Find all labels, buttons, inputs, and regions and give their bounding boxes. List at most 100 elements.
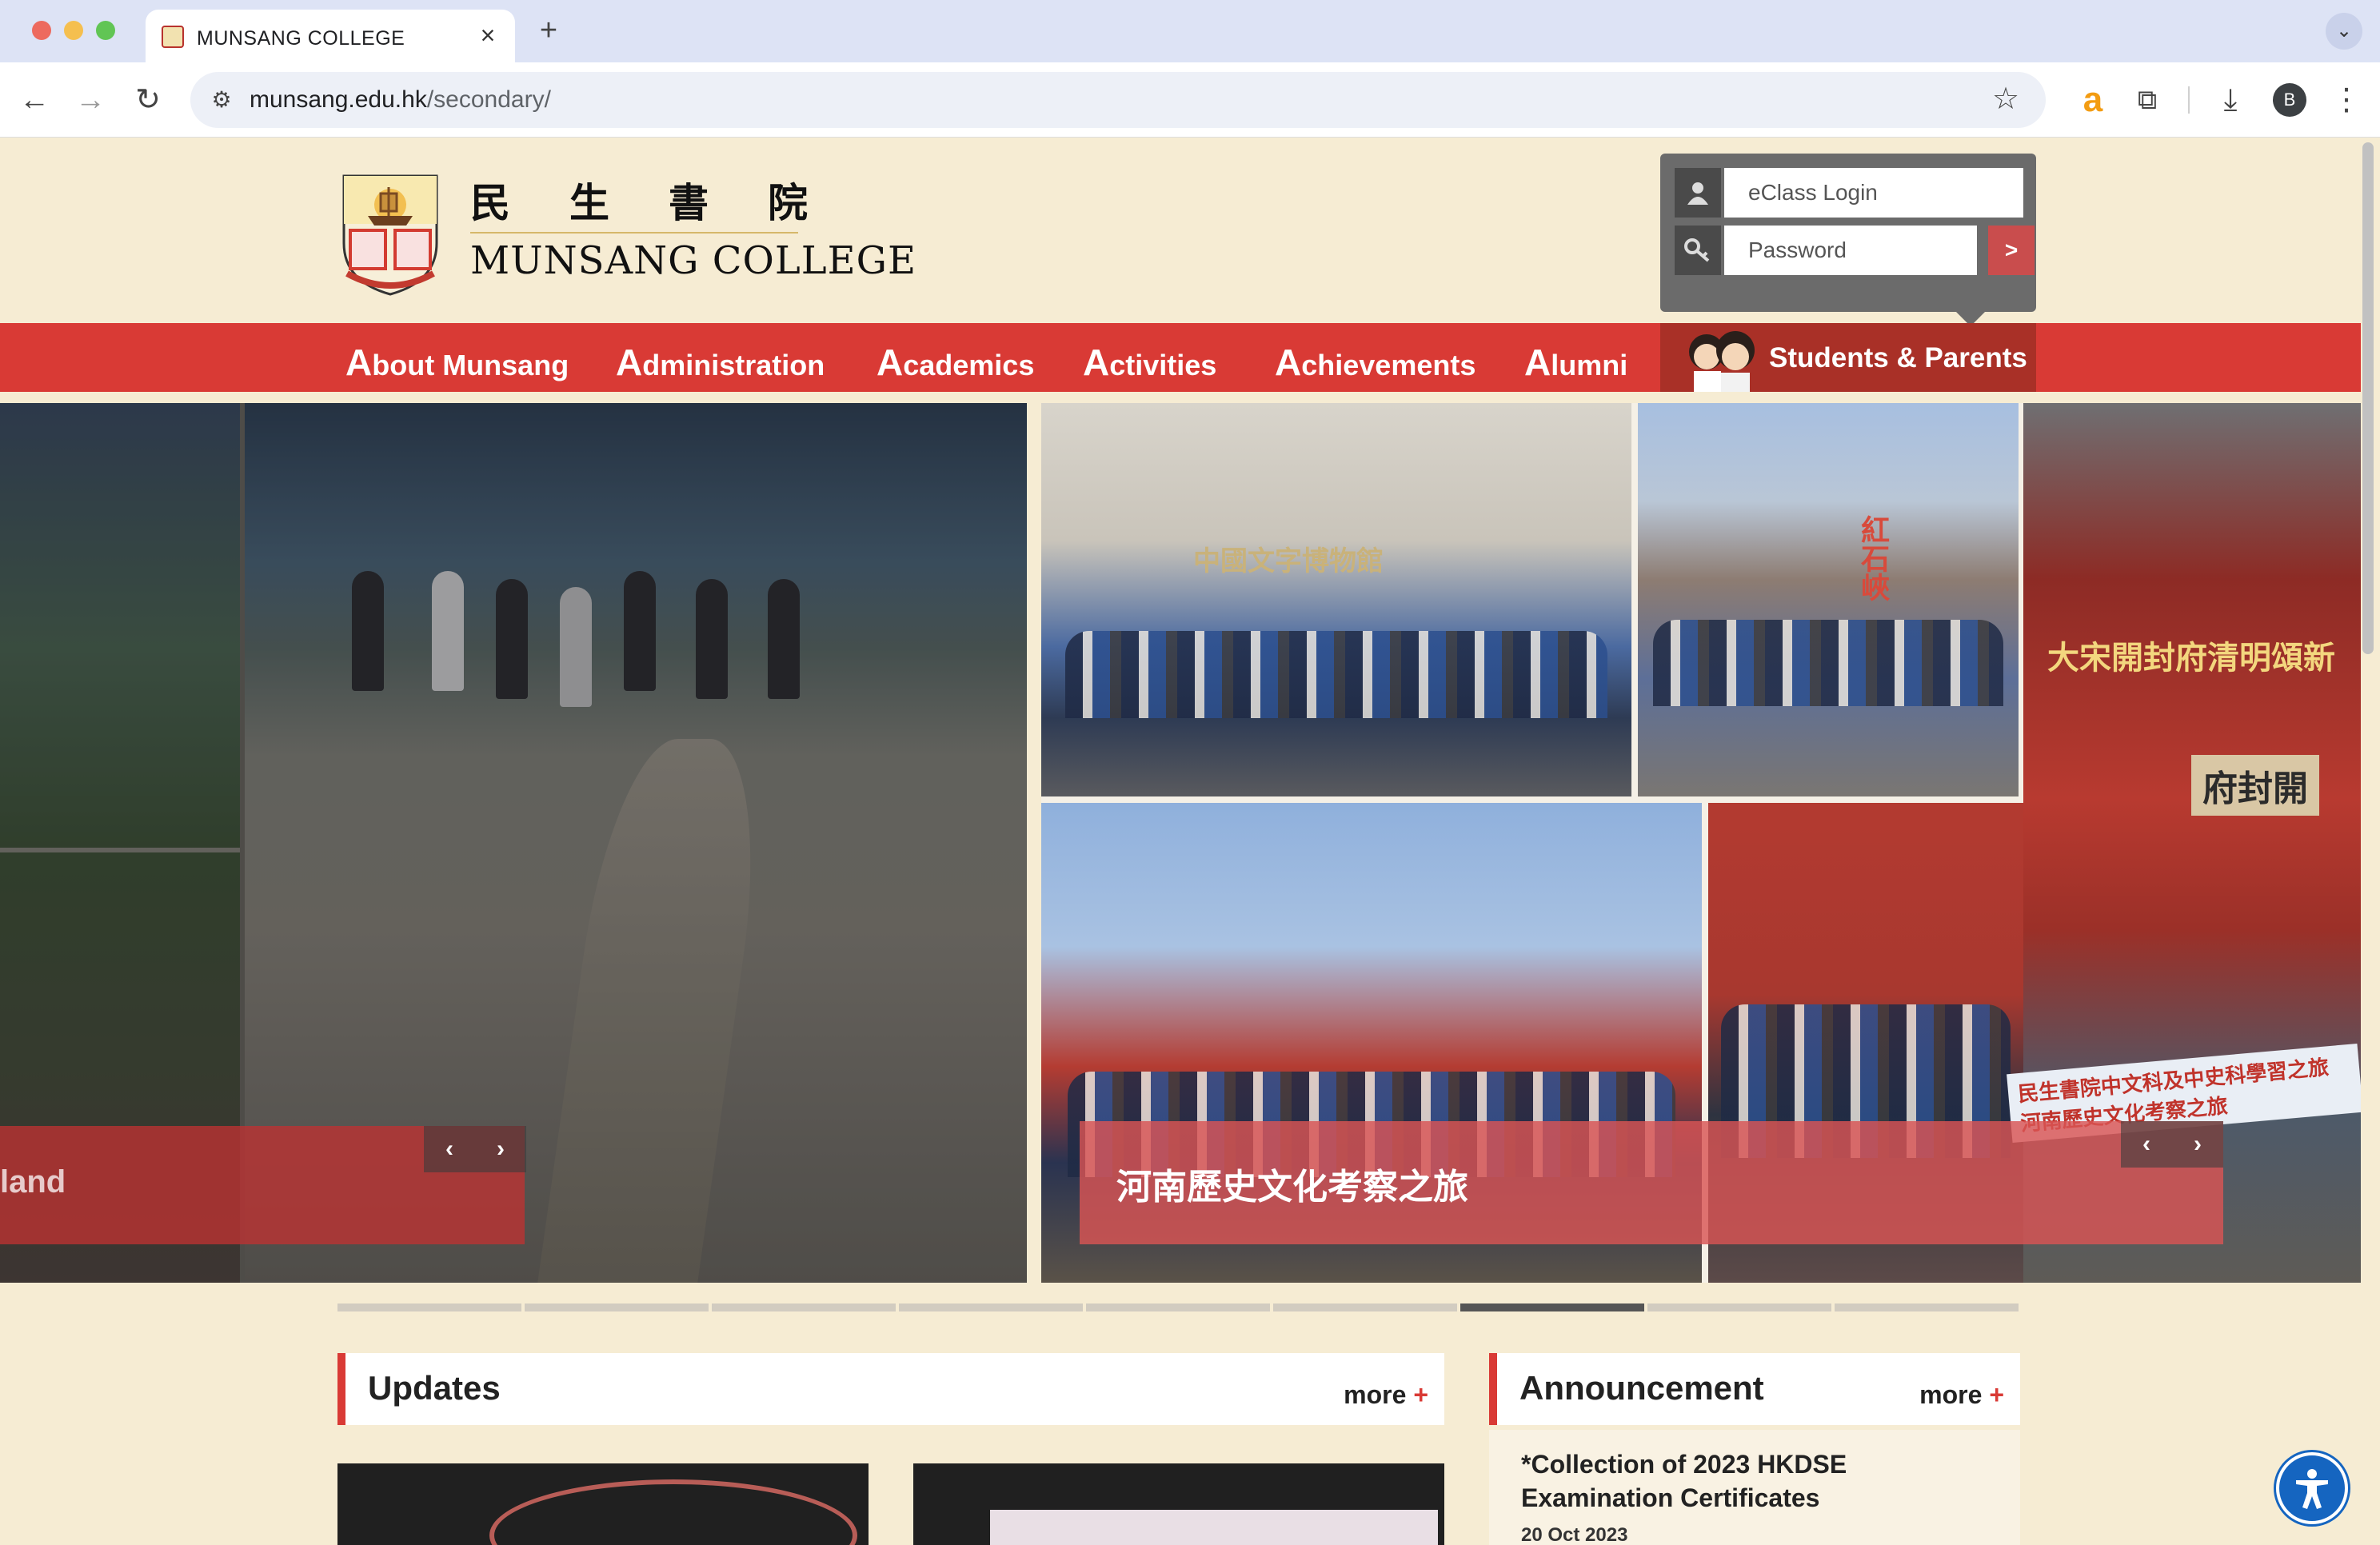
nav-cap: A xyxy=(1524,341,1551,383)
more-plus-icon: + xyxy=(1413,1380,1428,1409)
logo-english-name: MUNSANG COLLEGE xyxy=(470,238,916,283)
profile-avatar[interactable]: B xyxy=(2273,83,2306,117)
tab-title: MUNSANG COLLEGE xyxy=(197,27,405,50)
window-minimize-button[interactable] xyxy=(64,21,83,40)
update-thumbnail xyxy=(489,1479,857,1545)
slider-progress-segment[interactable] xyxy=(712,1303,896,1311)
key-icon xyxy=(1675,226,1721,275)
nav-academics[interactable]: Academics xyxy=(877,341,1034,384)
students-parents-icon xyxy=(1689,331,1755,392)
eclass-login-box: > xyxy=(1660,154,2036,326)
browser-toolbar: ← → ↻ ⚙ munsang.edu.hk/secondary/ ☆ a ⧉ … xyxy=(0,62,2380,138)
nav-activities[interactable]: Activities xyxy=(1083,341,1216,384)
download-icon[interactable]: ⤓ xyxy=(2210,80,2250,120)
update-card[interactable] xyxy=(337,1463,869,1545)
nav-achievements[interactable]: Achievements xyxy=(1275,341,1476,384)
login-submit-button[interactable]: > xyxy=(1988,226,2035,275)
students-parents-label: Students & Parents xyxy=(1769,342,2027,373)
slider-progress-segment[interactable] xyxy=(337,1303,521,1311)
extension-a-icon[interactable]: a xyxy=(2073,80,2113,120)
browser-tab[interactable]: MUNSANG COLLEGE × xyxy=(146,10,515,62)
slide-prev-button[interactable]: ‹ xyxy=(424,1126,475,1172)
logo-divider xyxy=(470,232,798,234)
url-path: /secondary/ xyxy=(426,86,551,113)
forward-icon[interactable]: → xyxy=(70,80,110,120)
address-bar[interactable]: ⚙ munsang.edu.hk/secondary/ ☆ xyxy=(190,72,2046,128)
slider-progress-segment[interactable] xyxy=(1647,1303,1831,1311)
window-zoom-button[interactable] xyxy=(96,21,115,40)
browser-tab-bar: MUNSANG COLLEGE × + ⌄ xyxy=(0,0,2380,62)
nav-label: chievements xyxy=(1301,349,1476,381)
slide-caption: land ‹ › xyxy=(0,1126,526,1244)
slide-next-button[interactable]: › xyxy=(475,1126,526,1172)
more-label: more xyxy=(1344,1380,1407,1409)
announcement-list: *Collection of 2023 HKDSE Examination Ce… xyxy=(1489,1430,2020,1545)
student-group xyxy=(1064,631,1608,718)
nav-students-parents[interactable]: Students & Parents xyxy=(1660,323,2036,392)
slide-caption-text: land xyxy=(0,1164,66,1200)
rock-inscription: 紅石峽 xyxy=(1856,515,1890,601)
updates-header: Updates more + xyxy=(337,1353,1444,1425)
slide-beach[interactable]: land ‹ › xyxy=(0,403,1027,1283)
logo-chinese-name: 民生書院 xyxy=(470,179,867,226)
nav-alumni[interactable]: Alumni xyxy=(1524,341,1627,384)
museum-group-photo: 中國文字博物館 xyxy=(1041,403,1631,796)
menu-icon[interactable]: ⋮ xyxy=(2330,80,2362,120)
announcement-item-title[interactable]: *Collection of 2023 HKDSE Examination Ce… xyxy=(1521,1447,2001,1515)
url-text[interactable]: munsang.edu.hk/secondary/ xyxy=(250,86,551,114)
slide-henan-trip[interactable]: 中國文字博物館 紅石峽 大宋開封府清明頌新 府封開 民生書院中文科及中史科學習之… xyxy=(1041,403,2361,1283)
student-group xyxy=(1653,619,2003,706)
nav-cap: A xyxy=(1083,341,1110,383)
nav-about-munsang[interactable]: About Munsang xyxy=(345,341,569,384)
updates-title: Updates xyxy=(368,1369,501,1407)
nav-label: bout Munsang xyxy=(372,349,569,381)
school-crest-icon xyxy=(342,174,438,296)
nav-administration[interactable]: Administration xyxy=(616,341,825,384)
accessibility-icon[interactable] xyxy=(2276,1452,2348,1524)
slide-controls: ‹ › xyxy=(2121,1121,2223,1168)
slide-caption: 河南歷史文化考察之旅 ‹ › xyxy=(1080,1121,2223,1244)
page-viewport: 民生書院 MUNSANG COLLEGE > About Munsang Adm… xyxy=(0,138,2380,1545)
new-tab-button[interactable]: + xyxy=(533,14,565,46)
window-close-button[interactable] xyxy=(32,21,51,40)
munsang-favicon-icon xyxy=(162,26,184,48)
temple-banner: 大宋開封府清明頌新 xyxy=(2047,639,2335,677)
hero-slider: land ‹ › 中國文字博物館 紅石峽 大宋開封府清明頌新 府封開 民生書院中… xyxy=(0,403,2361,1283)
username-row xyxy=(1675,168,2023,218)
slider-progress-segment[interactable] xyxy=(899,1303,1083,1311)
user-icon xyxy=(1675,168,1721,218)
eclass-password-input[interactable] xyxy=(1724,226,1977,275)
announcement-more-link[interactable]: more + xyxy=(1919,1380,2004,1410)
site-info-icon[interactable]: ⚙ xyxy=(205,83,238,117)
rock-group-photo: 紅石峽 xyxy=(1638,403,2019,796)
vertical-scrollbar[interactable] xyxy=(2362,142,2374,654)
slider-progress-segment[interactable] xyxy=(1273,1303,1457,1311)
back-icon[interactable]: ← xyxy=(14,80,54,120)
slide-prev-button[interactable]: ‹ xyxy=(2121,1121,2172,1168)
nav-cap: A xyxy=(345,341,373,383)
announcement-item-date: 20 Oct 2023 xyxy=(1521,1524,1628,1545)
slider-progress xyxy=(337,1303,2020,1311)
tab-close-icon[interactable]: × xyxy=(473,21,502,50)
eclass-username-input[interactable] xyxy=(1724,168,2023,218)
more-plus-icon: + xyxy=(1989,1380,2004,1409)
museum-sign: 中國文字博物館 xyxy=(1193,545,1384,577)
slider-progress-segment[interactable] xyxy=(1086,1303,1270,1311)
announcement-header: Announcement more + xyxy=(1489,1353,2020,1425)
slide-next-button[interactable]: › xyxy=(2172,1121,2223,1168)
puzzle-icon[interactable]: ⧉ xyxy=(2127,80,2167,120)
slide-caption-text: 河南歷史文化考察之旅 xyxy=(1116,1168,1468,1207)
slider-progress-segment[interactable] xyxy=(525,1303,709,1311)
nav-label: dministration xyxy=(642,349,825,381)
tab-search-chevron-icon[interactable]: ⌄ xyxy=(2326,13,2362,50)
star-icon[interactable]: ☆ xyxy=(1987,80,2025,118)
more-label: more xyxy=(1919,1380,1983,1409)
nav-cap: A xyxy=(1275,341,1302,383)
announcement-title: Announcement xyxy=(1519,1369,1764,1407)
slider-progress-segment[interactable] xyxy=(1460,1303,1644,1311)
nav-cap: A xyxy=(877,341,904,383)
update-card[interactable] xyxy=(913,1463,1444,1545)
slider-progress-segment[interactable] xyxy=(1835,1303,2019,1311)
updates-more-link[interactable]: more + xyxy=(1344,1380,1428,1410)
reload-icon[interactable]: ↻ xyxy=(128,80,168,120)
